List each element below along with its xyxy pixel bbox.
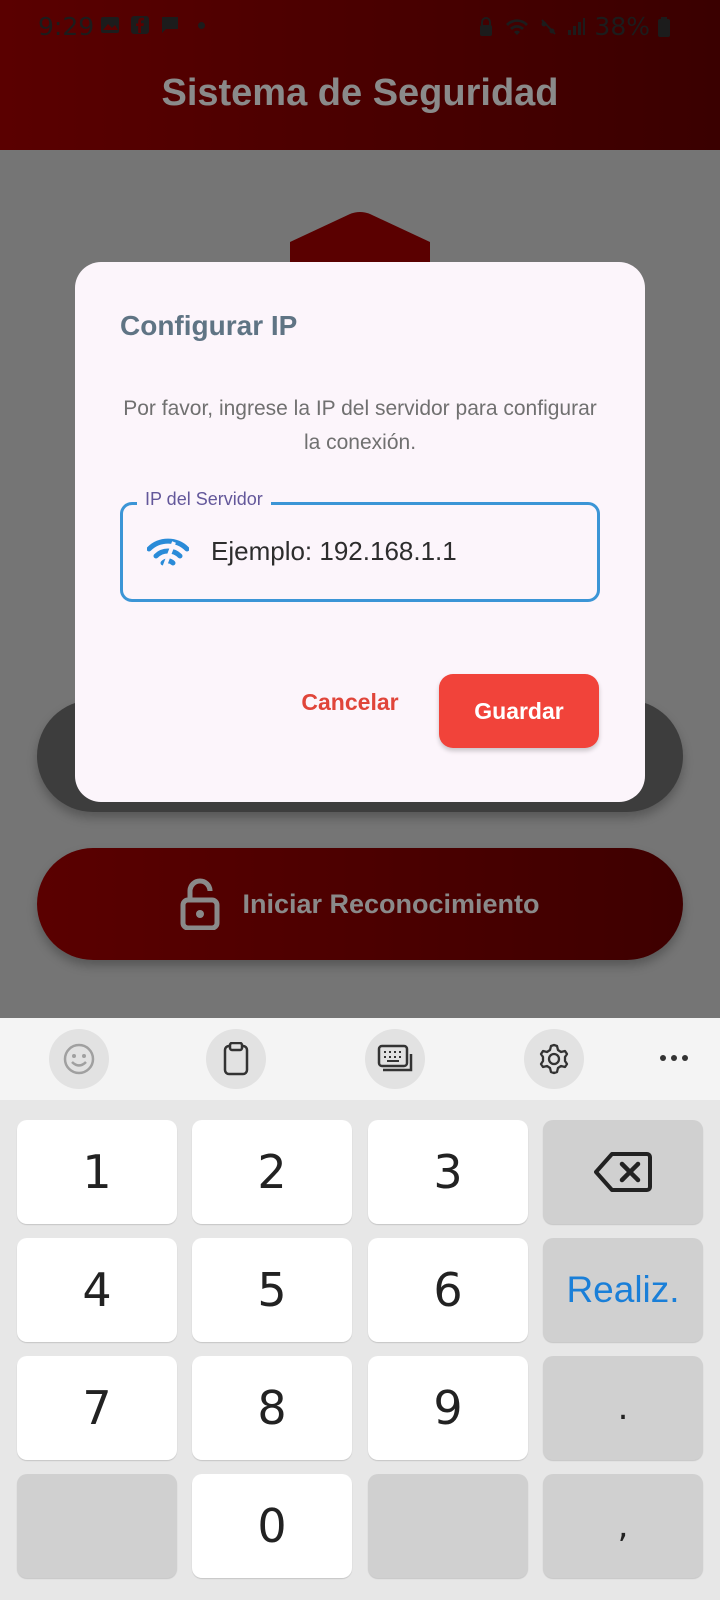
server-ip-input[interactable] — [211, 531, 581, 571]
unlock-icon — [180, 878, 220, 930]
mute-icon — [541, 18, 557, 35]
gear-icon — [539, 1043, 569, 1075]
status-time: 9:29 — [38, 12, 95, 41]
key-4[interactable]: 4 — [17, 1238, 177, 1342]
key-5[interactable]: 5 — [192, 1238, 352, 1342]
emoji-icon — [63, 1043, 95, 1075]
key-blank-right — [368, 1474, 528, 1578]
wifi-icon — [506, 18, 529, 35]
configure-ip-dialog: Configurar IP Por favor, ingrese la IP d… — [75, 262, 645, 802]
start-recognition-label: Iniciar Reconocimiento — [242, 888, 540, 919]
key-comma[interactable]: , — [543, 1474, 703, 1578]
done-key[interactable]: Realiz. — [543, 1238, 703, 1342]
dialog-message: Por favor, ingrese la IP del servidor pa… — [123, 397, 597, 454]
key-6[interactable]: 6 — [368, 1238, 528, 1342]
key-7[interactable]: 7 — [17, 1356, 177, 1460]
emoji-button[interactable] — [49, 1029, 109, 1089]
key-blank-left — [17, 1474, 177, 1578]
lock-status-icon — [480, 16, 493, 36]
gallery-icon — [101, 17, 119, 33]
message-icon — [162, 17, 178, 33]
notification-icons — [100, 15, 205, 35]
server-ip-label: IP del Servidor — [137, 489, 271, 510]
facebook-icon — [131, 16, 149, 34]
keyboard-toolbar — [0, 1018, 720, 1100]
backspace-icon — [594, 1152, 652, 1192]
keyboard-mode-button[interactable] — [365, 1029, 425, 1089]
system-icons: 38% — [476, 12, 670, 41]
key-3[interactable]: 3 — [368, 1120, 528, 1224]
key-period[interactable]: . — [543, 1356, 703, 1460]
signal-icon — [568, 17, 586, 35]
battery-percent: 38% — [594, 12, 650, 41]
server-ip-field[interactable]: IP del Servidor — [120, 489, 600, 602]
numeric-keyboard: 1 2 3 4 5 6 Realiz. 7 8 9 . 0 , — [0, 1100, 720, 1600]
settings-button[interactable] — [524, 1029, 584, 1089]
wifi-icon — [147, 538, 189, 569]
clipboard-icon — [223, 1042, 249, 1076]
start-recognition-button[interactable]: Iniciar Reconocimiento — [37, 848, 683, 960]
cancel-button[interactable]: Cancelar — [275, 677, 425, 727]
key-0[interactable]: 0 — [192, 1474, 352, 1578]
app-title: Sistema de Seguridad — [161, 72, 559, 114]
key-1[interactable]: 1 — [17, 1120, 177, 1224]
more-options-icon[interactable] — [660, 1048, 694, 1068]
key-2[interactable]: 2 — [192, 1120, 352, 1224]
dialog-title: Configurar IP — [120, 310, 298, 341]
key-9[interactable]: 9 — [368, 1356, 528, 1460]
battery-icon — [658, 16, 670, 37]
app-bar: 9:29 38% Sistema de Seguridad — [0, 0, 720, 150]
save-button[interactable]: Guardar — [439, 674, 599, 748]
more-notifications-dot — [198, 21, 205, 29]
backspace-key[interactable] — [543, 1120, 703, 1224]
key-8[interactable]: 8 — [192, 1356, 352, 1460]
clipboard-button[interactable] — [206, 1029, 266, 1089]
status-bar: 9:29 38% — [0, 0, 720, 52]
keyboard-icon — [377, 1044, 413, 1072]
